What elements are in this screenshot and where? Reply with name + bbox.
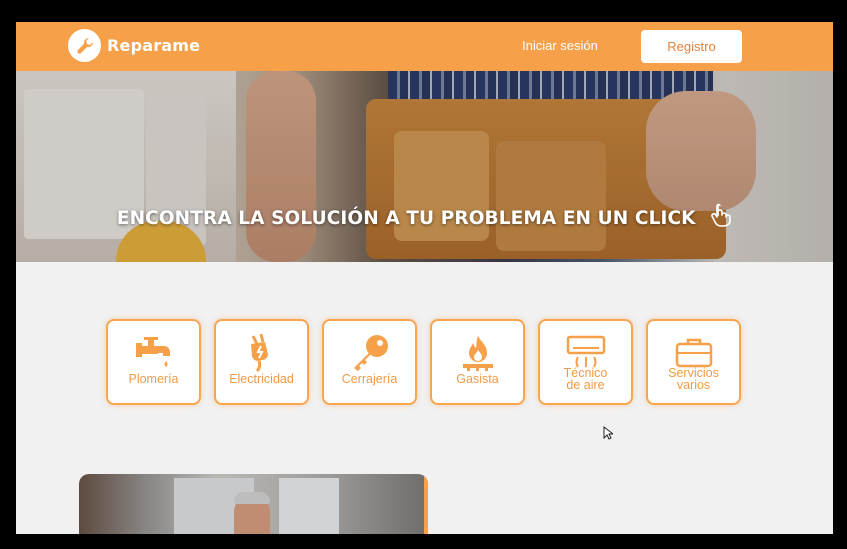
category-cerrajeria[interactable]: Cerrajería	[322, 319, 417, 405]
category-label-line: Cerrajería	[341, 372, 398, 386]
hero-overlay	[16, 71, 833, 262]
category-gasista[interactable]: Gasista	[430, 319, 525, 405]
category-electricidad[interactable]: Electricidad	[214, 319, 309, 405]
video-accent-strip	[424, 474, 428, 534]
category-label: Técnico de aire	[564, 367, 608, 392]
category-label-line: varios	[676, 378, 711, 392]
category-plomeria[interactable]: Plomería	[106, 319, 201, 405]
category-label-line: Gasista	[456, 372, 499, 386]
hero-title: ENCONTRA LA SOLUCIÓN A TU PROBLEMA EN UN…	[16, 203, 833, 232]
video-thumbnail[interactable]	[79, 474, 428, 534]
login-link[interactable]: Iniciar sesión	[522, 38, 598, 53]
category-tecnico-de-aire[interactable]: Técnico de aire	[538, 319, 633, 405]
category-label-line: Electricidad	[229, 372, 294, 386]
category-label: Electricidad	[229, 372, 294, 386]
category-label: Gasista	[456, 372, 499, 386]
category-label-line: de aire	[566, 378, 605, 392]
hero-title-text: ENCONTRA LA SOLUCIÓN A TU PROBLEMA EN UN…	[116, 208, 696, 229]
category-label: Plomería	[128, 372, 179, 386]
key-icon	[350, 333, 390, 373]
brand-logo[interactable]: Reparame	[68, 29, 200, 62]
app-frame: Reparame Iniciar sesión Registro ENCONTR…	[16, 22, 833, 534]
register-button[interactable]: Registro	[641, 30, 742, 63]
flame-icon	[459, 333, 497, 373]
hero-banner: ENCONTRA LA SOLUCIÓN A TU PROBLEMA EN UN…	[16, 71, 833, 262]
category-label-line: Plomería	[128, 372, 179, 386]
video-person-hair	[234, 492, 270, 504]
top-navbar: Reparame Iniciar sesión Registro	[16, 22, 833, 71]
faucet-icon	[134, 333, 174, 373]
plug-icon	[245, 333, 279, 373]
mouse-cursor-icon	[603, 425, 615, 444]
video-window-2	[279, 478, 339, 534]
category-servicios-varios[interactable]: Servicios varios	[646, 319, 741, 405]
category-label: Cerrajería	[341, 372, 398, 386]
wrench-logo-icon	[68, 29, 101, 62]
brand-name: Reparame	[107, 36, 201, 55]
pointer-hand-icon	[710, 203, 732, 232]
category-label: Servicios varios	[668, 367, 719, 392]
